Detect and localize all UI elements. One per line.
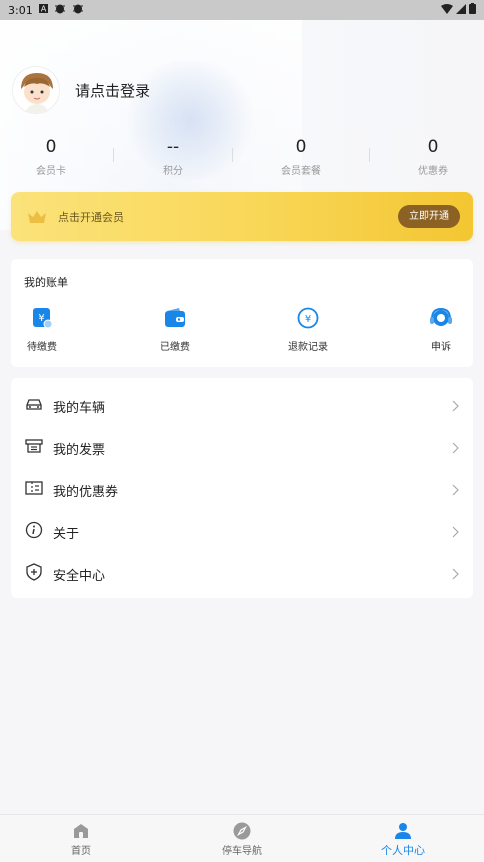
menu-item-about[interactable]: 关于 bbox=[11, 509, 473, 551]
menu-item-label: 关于 bbox=[53, 527, 80, 542]
info-icon bbox=[25, 521, 43, 539]
vip-text: 点击开通会员 bbox=[58, 211, 124, 224]
svg-text:¥: ¥ bbox=[38, 313, 44, 324]
login-prompt[interactable]: 请点击登录 bbox=[75, 80, 150, 101]
signal-icon bbox=[456, 3, 466, 17]
activate-vip-button[interactable]: 立即开通 bbox=[398, 205, 460, 228]
menu-item-security-center[interactable]: 安全中心 bbox=[11, 551, 473, 593]
stat-label: 优惠券 bbox=[418, 166, 448, 177]
stat-member-card[interactable]: 0 会员卡 bbox=[11, 138, 91, 177]
tab-label: 个人中心 bbox=[381, 844, 425, 857]
coupon-icon bbox=[25, 479, 43, 497]
chevron-right-icon bbox=[451, 481, 459, 496]
person-icon bbox=[394, 822, 412, 840]
menu-item-label: 安全中心 bbox=[53, 569, 106, 584]
stat-value: 0 bbox=[295, 137, 307, 157]
headset-icon bbox=[430, 307, 452, 329]
menu-item-invoices[interactable]: 我的发票 bbox=[11, 425, 473, 467]
bottom-tab-bar: 首页 停车导航 个人中心 bbox=[0, 814, 484, 862]
menu-item-label: 我的车辆 bbox=[53, 401, 106, 416]
status-bar: 3:01 A bbox=[0, 0, 484, 20]
chevron-right-icon bbox=[451, 523, 459, 538]
invoice-icon bbox=[25, 437, 43, 455]
bill-item-label: 申诉 bbox=[431, 342, 451, 353]
car-icon bbox=[25, 395, 43, 413]
stat-value: -- bbox=[166, 137, 180, 157]
bill-item-refund[interactable]: ¥ 退款记录 bbox=[278, 307, 338, 353]
menu-item-vehicles[interactable]: 我的车辆 bbox=[11, 383, 473, 425]
tab-label: 首页 bbox=[71, 846, 91, 857]
wifi-icon bbox=[441, 3, 453, 17]
avatar[interactable] bbox=[12, 66, 60, 114]
stat-label: 会员套餐 bbox=[281, 166, 321, 177]
stat-label: 积分 bbox=[163, 166, 183, 177]
bills-card: 我的账单 ¥ 待缴费 已缴费 ¥ 退款记录 申诉 bbox=[11, 259, 473, 367]
bill-item-label: 退款记录 bbox=[288, 342, 328, 353]
unpaid-icon: ¥ bbox=[31, 307, 53, 329]
home-icon bbox=[72, 822, 90, 840]
stat-member-package[interactable]: 0 会员套餐 bbox=[261, 138, 341, 177]
menu-item-label: 我的发票 bbox=[53, 443, 106, 458]
chevron-right-icon bbox=[451, 397, 459, 412]
bug-icon bbox=[54, 3, 66, 17]
shield-icon bbox=[25, 563, 43, 581]
menu-item-label: 我的优惠券 bbox=[53, 485, 119, 500]
divider bbox=[232, 148, 233, 162]
tab-personal-center[interactable]: 个人中心 bbox=[353, 815, 453, 862]
tab-parking-navigation[interactable]: 停车导航 bbox=[192, 815, 292, 862]
stat-points[interactable]: -- 积分 bbox=[133, 138, 213, 177]
bill-item-paid[interactable]: 已缴费 bbox=[145, 307, 205, 353]
status-time: 3:01 bbox=[8, 3, 33, 17]
notification-a-icon: A bbox=[38, 4, 48, 16]
refund-icon: ¥ bbox=[297, 307, 319, 329]
bill-item-unpaid[interactable]: ¥ 待缴费 bbox=[12, 307, 72, 353]
battery-icon bbox=[469, 3, 476, 17]
crown-icon bbox=[27, 209, 47, 228]
divider bbox=[113, 148, 114, 162]
stat-value: 0 bbox=[427, 137, 439, 157]
settings-menu-card: 我的车辆 我的发票 我的优惠券 关于 安全中心 bbox=[11, 378, 473, 598]
bug-icon bbox=[72, 3, 84, 17]
stat-value: 0 bbox=[45, 137, 57, 157]
stat-label: 会员卡 bbox=[36, 166, 66, 177]
chevron-right-icon bbox=[451, 565, 459, 580]
divider bbox=[369, 148, 370, 162]
svg-text:A: A bbox=[41, 5, 47, 14]
bill-item-label: 已缴费 bbox=[160, 342, 190, 353]
svg-text:¥: ¥ bbox=[305, 314, 311, 325]
chevron-right-icon bbox=[451, 439, 459, 454]
stat-coupons[interactable]: 0 优惠券 bbox=[393, 138, 473, 177]
vip-banner[interactable]: 点击开通会员 立即开通 bbox=[11, 192, 473, 241]
compass-icon bbox=[233, 822, 251, 840]
bills-title: 我的账单 bbox=[24, 276, 68, 289]
wallet-icon bbox=[164, 307, 186, 329]
bill-item-appeal[interactable]: 申诉 bbox=[411, 307, 471, 353]
menu-item-coupons[interactable]: 我的优惠券 bbox=[11, 467, 473, 509]
bill-item-label: 待缴费 bbox=[27, 342, 57, 353]
tab-home[interactable]: 首页 bbox=[31, 815, 131, 862]
tab-label: 停车导航 bbox=[222, 846, 262, 857]
